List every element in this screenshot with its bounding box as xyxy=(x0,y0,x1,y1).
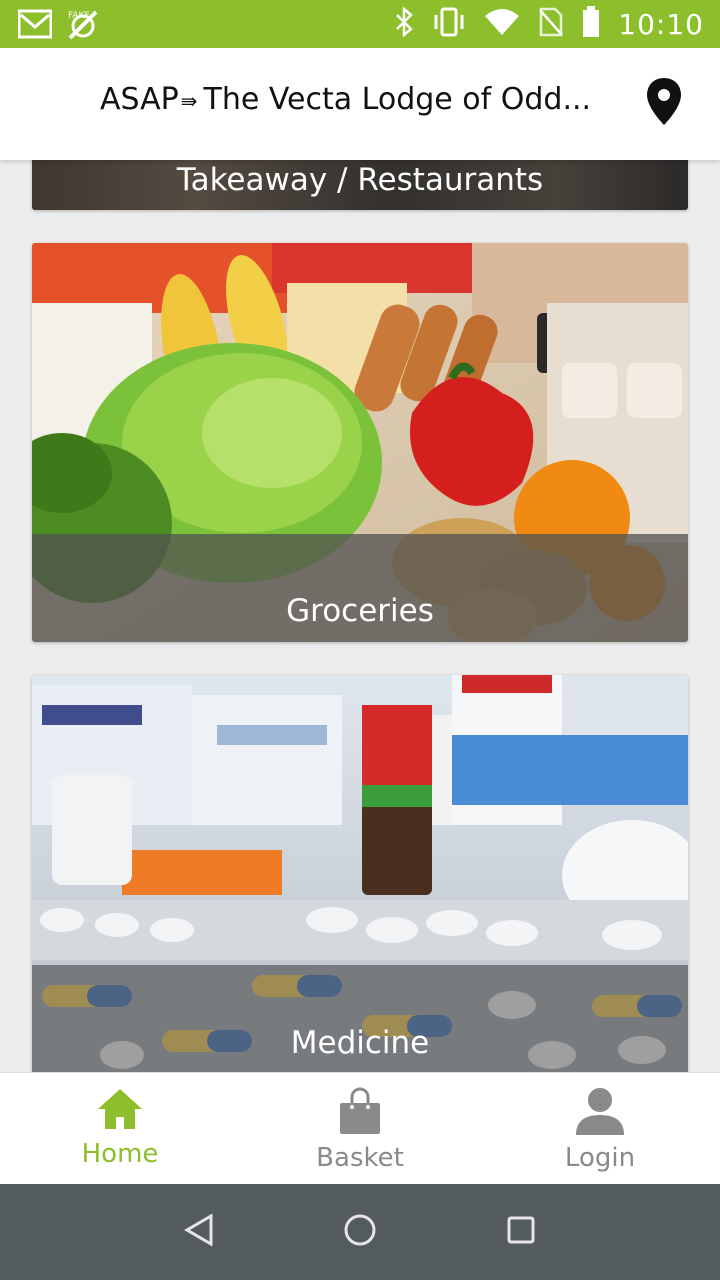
home-circle-icon[interactable] xyxy=(343,1213,377,1251)
category-card-medicine[interactable]: Medicine xyxy=(32,675,688,1072)
category-label-medicine: Medicine xyxy=(290,1025,430,1061)
category-card-takeaway[interactable]: Takeaway / Restaurants xyxy=(32,160,688,210)
fake-gps-icon: FAKE xyxy=(66,8,100,44)
bluetooth-icon xyxy=(394,6,414,41)
nav-item-basket[interactable]: Basket xyxy=(240,1073,480,1184)
system-navigation-bar xyxy=(0,1184,720,1280)
svg-text:FAKE: FAKE xyxy=(68,11,90,21)
basket-icon xyxy=(338,1087,382,1139)
no-sim-icon xyxy=(538,7,564,41)
wifi-icon xyxy=(484,8,520,40)
delivery-location-selector[interactable]: ASAP ⇛ The Vecta Lodge of Odd... xyxy=(100,82,591,117)
vibrate-icon xyxy=(432,7,466,41)
category-list[interactable]: Takeaway / Restaurants Groceries Medicin… xyxy=(0,160,720,1072)
delivery-time-label: ASAP xyxy=(100,82,179,117)
bottom-navigation: Home Basket Login xyxy=(0,1072,720,1184)
nav-label-home: Home xyxy=(81,1139,159,1169)
person-icon xyxy=(574,1087,626,1139)
nav-label-login: Login xyxy=(564,1143,636,1173)
category-label-takeaway: Takeaway / Restaurants xyxy=(176,162,544,198)
recents-icon[interactable] xyxy=(506,1215,536,1249)
location-pin-icon[interactable] xyxy=(646,78,682,130)
arrow-icon: ⇛ xyxy=(180,88,198,113)
battery-icon xyxy=(582,6,600,42)
category-card-groceries[interactable]: Groceries xyxy=(32,243,688,642)
category-label-groceries: Groceries xyxy=(286,593,434,629)
status-bar: FAKE 10:10 xyxy=(0,0,720,48)
status-time: 10:10 xyxy=(618,7,704,41)
nav-item-login[interactable]: Login xyxy=(480,1073,720,1184)
app-header: ASAP ⇛ The Vecta Lodge of Odd... xyxy=(0,48,720,160)
nav-label-basket: Basket xyxy=(316,1143,404,1173)
back-icon[interactable] xyxy=(184,1213,214,1250)
gmail-icon xyxy=(17,9,53,43)
home-icon xyxy=(96,1087,144,1135)
nav-item-home[interactable]: Home xyxy=(0,1073,240,1184)
delivery-address: The Vecta Lodge of Odd... xyxy=(203,82,592,117)
